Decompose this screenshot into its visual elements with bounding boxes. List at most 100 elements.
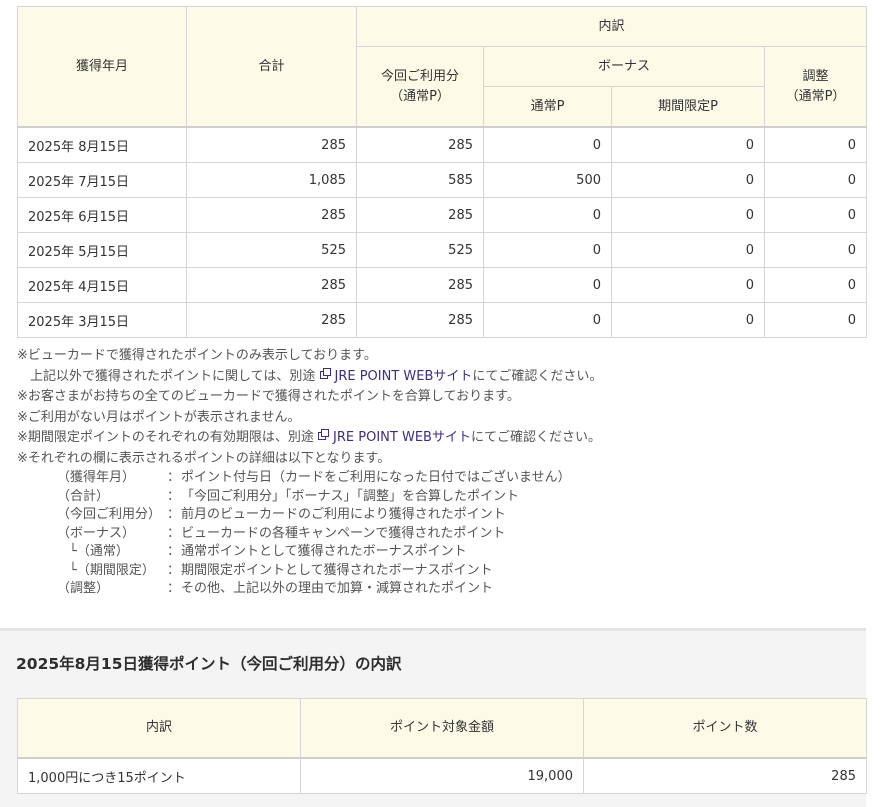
definition-desc: その他、上記以外の理由で加算・減算されたポイント	[181, 581, 494, 596]
note-other-points-prefix: 上記以外で獲得されたポイントに関しては、別途	[30, 368, 316, 384]
header-total: 合計	[186, 6, 357, 128]
cell-total: 525	[186, 232, 357, 268]
definition-desc: 通常ポイントとして獲得されたボーナスポイント	[181, 544, 467, 559]
cell-adjust: 0	[763, 162, 868, 198]
definition-desc: 「今回ご利用分」「ボーナス」「調整」を合算したポイント	[181, 488, 520, 504]
cell-bonus-limited: 0	[611, 197, 765, 233]
definition-desc: ポイント付与日（カードをご利用になった日付ではございません）	[181, 470, 571, 485]
definition-colon: ：	[167, 507, 181, 522]
table-row: 2025年 6月15日 285 285 0 0 0	[17, 197, 868, 233]
cell-adjust: 0	[763, 267, 868, 303]
definition-term: （今回ご利用分）	[57, 507, 162, 522]
definition-colon: ：	[167, 562, 181, 578]
definition-colon: ：	[167, 581, 181, 596]
cell-adjust: 0	[763, 232, 868, 268]
cell-bonus-limited: 0	[611, 162, 765, 198]
note-all-cards: ※お客さまがお持ちの全てのビューカードで獲得されたポイントを合算しております。	[17, 389, 520, 404]
header-bonus-limited: 期間限定P	[611, 86, 765, 128]
note-column-details: ※それぞれの欄に表示されるポイントの詳細は以下となります。	[17, 450, 391, 466]
cell-usage: 285	[356, 302, 484, 338]
header-points: ポイント数	[583, 698, 867, 759]
note-limited-expiry: ※期間限定ポイントのそれぞれの有効期限は、別途 JRE POINT WEBサイト…	[17, 428, 866, 449]
notes-block: ※ビューカードで獲得されたポイントのみ表示しております。 上記以外で獲得されたポ…	[17, 346, 866, 599]
table-row: 2025年 7月15日 1,085 585 500 0 0	[17, 162, 868, 198]
header-usage: 今回ご利用分 （通常P）	[356, 46, 484, 128]
jre-point-link[interactable]: JRE POINT WEBサイト	[318, 429, 471, 445]
table-row: 2025年 3月15日 285 285 0 0 0	[17, 302, 868, 338]
definition-row: （今回ご利用分） ： 前月のビューカードのご利用により獲得されたポイント	[17, 506, 866, 525]
section-title: 2025年8月15日獲得ポイント（今回ご利用分）の内訳	[16, 655, 402, 673]
cell-usage: 285	[356, 197, 484, 233]
header-bonus-regular: 通常P	[483, 86, 612, 128]
cell-bonus-regular: 0	[483, 126, 612, 163]
definition-desc: 期間限定ポイントとして獲得されたボーナスポイント	[181, 562, 493, 578]
breakdown-table: 内訳 ポイント対象金額 ポイント数 1,000円につき15ポイント 19,000…	[17, 698, 867, 794]
cell-item: 1,000円につき15ポイント	[17, 757, 301, 794]
cell-usage: 525	[356, 232, 484, 268]
note-other-points-suffix: にてご確認ください。	[472, 368, 603, 384]
table-row: 2025年 8月15日 285 285 0 0 0	[17, 126, 868, 163]
definition-term: （ボーナス）	[57, 525, 136, 541]
definition-row: └（期間限定） ： 期間限定ポイントとして獲得されたボーナスポイント	[17, 562, 866, 581]
cell-bonus-regular: 0	[483, 267, 612, 303]
header-usage-line1: 今回ご利用分	[380, 68, 459, 84]
header-amount: ポイント対象金額	[300, 698, 584, 759]
definition-term: （獲得年月）	[57, 470, 136, 485]
cell-adjust: 0	[763, 302, 868, 338]
header-adjust: 調整 （通常P）	[763, 46, 868, 128]
definition-row: （調整） ： その他、上記以外の理由で加算・減算されたポイント	[17, 580, 866, 599]
header-breakdown: 内訳	[355, 6, 868, 47]
cell-total: 1,085	[186, 162, 357, 198]
cell-date: 2025年 4月15日	[17, 267, 187, 303]
cell-bonus-limited: 0	[611, 302, 765, 338]
cell-bonus-limited: 0	[611, 126, 765, 163]
cell-date: 2025年 8月15日	[17, 126, 187, 163]
definition-colon: ：	[167, 488, 181, 504]
cell-points: 285	[583, 757, 867, 794]
cell-total: 285	[186, 126, 357, 163]
note-other-points: 上記以外で獲得されたポイントに関しては、別途 JRE POINT WEBサイトに…	[17, 367, 866, 388]
cell-date: 2025年 7月15日	[17, 162, 187, 198]
definition-colon: ：	[167, 544, 181, 559]
definition-colon: ：	[167, 470, 181, 485]
external-link-icon	[319, 367, 331, 379]
external-link-icon	[318, 429, 330, 440]
cell-bonus-limited: 0	[611, 232, 765, 268]
cell-usage: 585	[356, 162, 484, 198]
definition-row: （合計） ： 「今回ご利用分」「ボーナス」「調整」を合算したポイント	[17, 488, 866, 507]
header-month: 獲得年月	[17, 6, 187, 128]
cell-date: 2025年 6月15日	[17, 197, 187, 233]
header-adjust-line1: 調整	[802, 68, 829, 84]
note-view-card-only: ※ビューカードで獲得されたポイントのみ表示しております。	[17, 348, 377, 363]
definition-desc: 前月のビューカードのご利用により獲得されたポイント	[181, 507, 506, 522]
note-limited-expiry-prefix: ※期間限定ポイントのそれぞれの有効期限は、別途	[17, 430, 314, 445]
note-no-usage: ※ご利用がない月はポイントが表示されません。	[17, 409, 301, 425]
definition-term: （調整）	[57, 581, 110, 596]
cell-bonus-regular: 0	[483, 197, 612, 233]
points-history-table: 獲得年月 合計 内訳 今回ご利用分 （通常P） ボーナス 調整 （通常P） 通常…	[17, 6, 868, 338]
cell-bonus-regular: 500	[483, 162, 612, 198]
header-adjust-line2: （通常P）	[785, 88, 846, 104]
definition-list: （獲得年月） ： ポイント付与日（カードをご利用になった日付ではございません） …	[17, 469, 866, 599]
cell-adjust: 0	[763, 126, 868, 163]
cell-usage: 285	[356, 267, 484, 303]
cell-usage: 285	[356, 126, 484, 163]
cell-adjust: 0	[763, 197, 868, 233]
definition-term: （合計）	[57, 488, 110, 504]
cell-amount: 19,000	[300, 757, 584, 794]
definition-desc: ビューカードの各種キャンペーンで獲得されたポイント	[181, 525, 506, 541]
cell-bonus-regular: 0	[483, 232, 612, 268]
cell-total: 285	[186, 302, 357, 338]
cell-bonus-regular: 0	[483, 302, 612, 338]
cell-total: 285	[186, 197, 357, 233]
header-item: 内訳	[17, 698, 301, 759]
jre-point-link-text: JRE POINT WEBサイト	[334, 368, 473, 384]
definition-row: └（通常） ： 通常ポイントとして獲得されたボーナスポイント	[17, 543, 866, 562]
table-row: 2025年 5月15日 525 525 0 0 0	[17, 232, 868, 268]
definition-row: （獲得年月） ： ポイント付与日（カードをご利用になった日付ではございません）	[17, 469, 866, 488]
definition-term: └（期間限定）	[69, 562, 155, 578]
table-row: 1,000円につき15ポイント 19,000 285	[17, 757, 867, 794]
cell-date: 2025年 3月15日	[17, 302, 187, 338]
cell-date: 2025年 5月15日	[17, 232, 187, 268]
jre-point-link[interactable]: JRE POINT WEBサイト	[319, 367, 473, 384]
